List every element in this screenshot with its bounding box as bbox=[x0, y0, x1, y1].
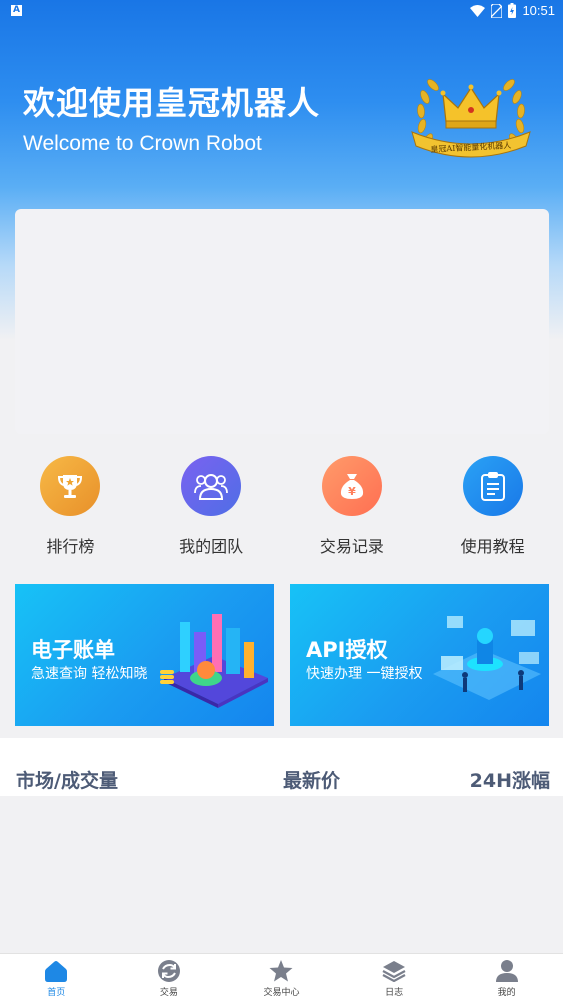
home-icon bbox=[45, 961, 68, 982]
wifi-icon bbox=[470, 4, 486, 17]
api-auth-title: API授权 bbox=[306, 638, 388, 662]
city-illustration-icon bbox=[160, 614, 268, 708]
money-bag-icon: ¥ bbox=[321, 456, 382, 516]
nav-trade-center[interactable]: 交易中心 bbox=[225, 954, 338, 1003]
nav-home[interactable]: 首页 bbox=[0, 954, 113, 1003]
e-bill-title: 电子账单 bbox=[31, 638, 115, 662]
e-bill-card[interactable]: 电子账单 急速查询 轻松知晓 bbox=[15, 584, 274, 726]
status-icons: 10:51 bbox=[470, 3, 555, 18]
menu-label-tutorial: 使用教程 bbox=[460, 537, 525, 556]
e-bill-subtitle: 急速查询 轻松知晓 bbox=[31, 666, 148, 682]
column-24h-change[interactable]: 24H涨幅 bbox=[470, 766, 550, 793]
menu-label-records: 交易记录 bbox=[319, 537, 384, 556]
menu-item-team[interactable]: 我的团队 bbox=[141, 456, 282, 568]
trophy-icon bbox=[40, 456, 101, 516]
welcome-title: 欢迎使用皇冠机器人 bbox=[23, 84, 321, 122]
star-icon bbox=[269, 960, 293, 982]
menu-item-leaderboard[interactable]: 排行榜 bbox=[0, 456, 141, 568]
clipboard-icon bbox=[462, 456, 523, 516]
nav-trade-center-label: 交易中心 bbox=[263, 988, 300, 998]
menu-item-records[interactable]: ¥ 交易记录 bbox=[282, 456, 423, 568]
exchange-icon bbox=[157, 960, 180, 982]
status-bar: A 10:51 bbox=[0, 0, 563, 24]
user-icon bbox=[495, 960, 518, 982]
feature-cards: 电子账单 急速查询 轻松知晓 API授权 快速办理 一键授权 bbox=[15, 584, 549, 726]
column-market-volume[interactable]: 市场/成交量 bbox=[16, 766, 118, 793]
nav-log-label: 日志 bbox=[385, 988, 404, 998]
layers-icon bbox=[382, 961, 406, 982]
nav-log[interactable]: 日志 bbox=[338, 954, 451, 1003]
api-auth-card[interactable]: API授权 快速办理 一键授权 bbox=[290, 584, 549, 726]
api-auth-subtitle: 快速办理 一键授权 bbox=[306, 666, 423, 682]
nav-mine-label: 我的 bbox=[497, 988, 516, 998]
no-sim-icon bbox=[491, 3, 503, 18]
menu-label-team: 我的团队 bbox=[179, 537, 244, 556]
server-illustration-icon bbox=[433, 616, 541, 700]
quick-menu: 排行榜 我的团队 ¥ 交易记录 使用教程 bbox=[0, 456, 563, 568]
nav-trade[interactable]: 交易 bbox=[113, 954, 226, 1003]
market-table-header: 市场/成交量 最新价 24H涨幅 bbox=[0, 738, 563, 796]
team-icon bbox=[181, 456, 242, 516]
nav-mine[interactable]: 我的 bbox=[450, 954, 563, 1003]
banner-carousel[interactable] bbox=[15, 209, 549, 434]
svg-text:¥: ¥ bbox=[348, 485, 356, 498]
app-notification-icon: A bbox=[11, 5, 22, 16]
menu-item-tutorial[interactable]: 使用教程 bbox=[422, 456, 563, 568]
battery-charging-icon bbox=[508, 3, 517, 18]
nav-home-label: 首页 bbox=[47, 988, 66, 998]
crown-logo: 皇冠AI智能量化机器人 bbox=[411, 79, 531, 158]
column-latest-price[interactable]: 最新价 bbox=[283, 766, 340, 793]
clock: 10:51 bbox=[522, 3, 555, 18]
nav-trade-label: 交易 bbox=[159, 988, 178, 998]
menu-label-leaderboard: 排行榜 bbox=[46, 537, 95, 556]
bottom-navigation: 首页 交易 交易中心 日志 我的 bbox=[0, 953, 563, 1003]
welcome-subtitle: Welcome to Crown Robot bbox=[23, 132, 262, 155]
